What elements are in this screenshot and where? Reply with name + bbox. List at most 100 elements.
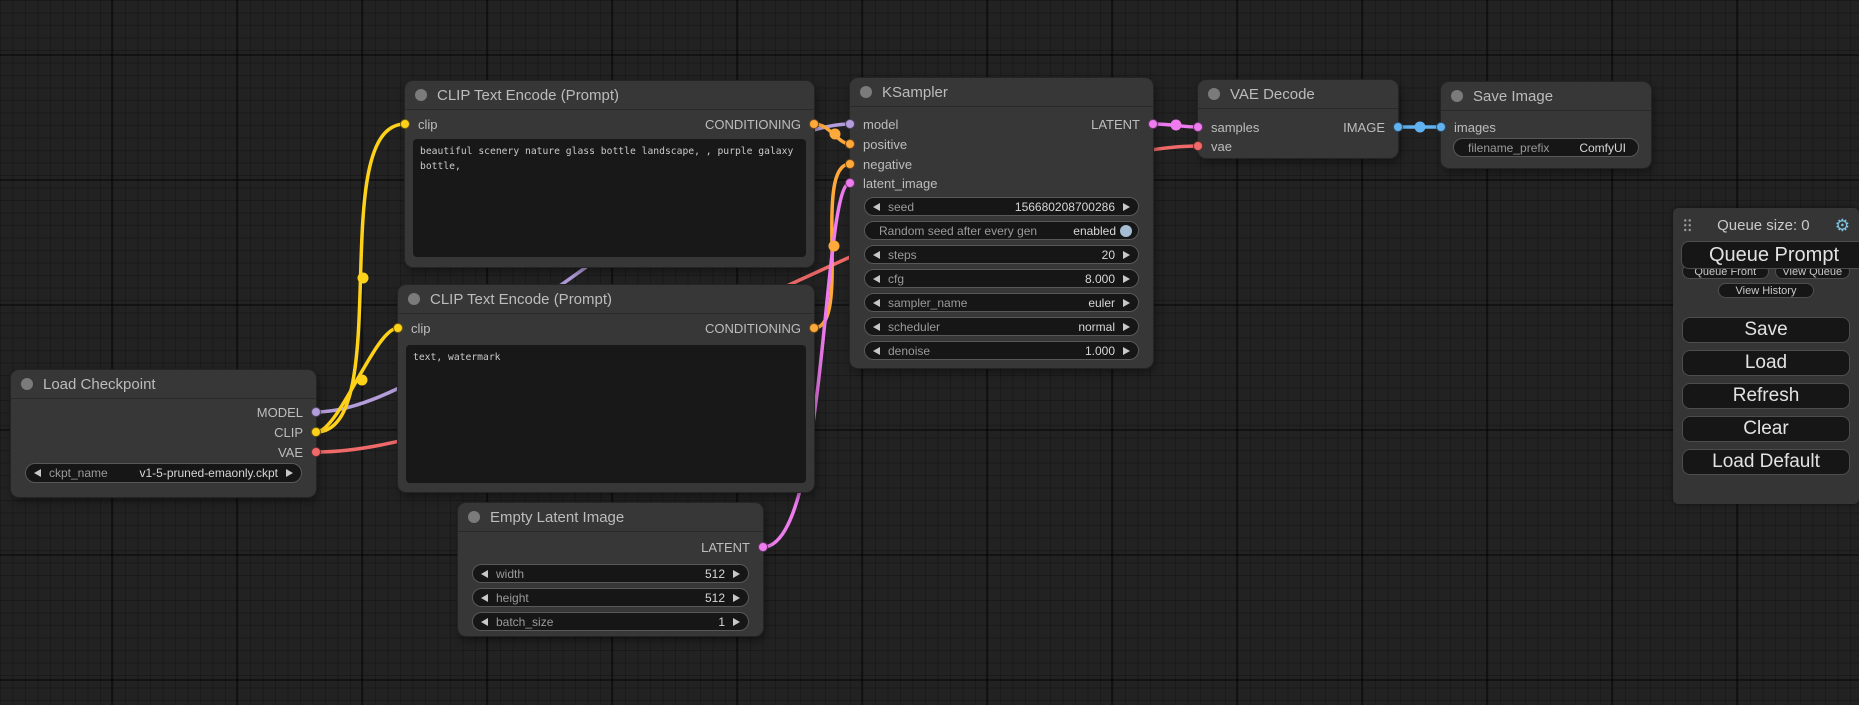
widget-cfg[interactable]: cfg 8.000 <box>864 269 1139 288</box>
port-dot-latent[interactable] <box>1148 119 1158 129</box>
node-save-image[interactable]: Save Image images filename_prefix ComfyU… <box>1441 82 1651 168</box>
widget-seed[interactable]: seed 156680208700286 <box>864 197 1139 216</box>
port-dot-model[interactable] <box>845 119 855 129</box>
increment-arrow-icon[interactable] <box>733 570 740 578</box>
port-dot-clip[interactable] <box>311 427 321 437</box>
node-title-bar[interactable]: KSampler <box>850 78 1153 107</box>
output-port-clip[interactable]: CLIP <box>274 424 321 440</box>
port-dot-conditioning[interactable] <box>809 119 819 129</box>
widget-filename-prefix[interactable]: filename_prefix ComfyUI <box>1453 138 1639 157</box>
output-port-conditioning[interactable]: CONDITIONING <box>705 320 819 336</box>
widget-scheduler[interactable]: scheduler normal <box>864 317 1139 336</box>
collapse-dot-icon[interactable] <box>415 89 427 101</box>
node-title-bar[interactable]: VAE Decode <box>1198 80 1398 109</box>
collapse-dot-icon[interactable] <box>468 511 480 523</box>
output-port-vae[interactable]: VAE <box>278 444 321 460</box>
input-port-model[interactable]: model <box>845 116 898 132</box>
input-port-images[interactable]: images <box>1436 119 1496 135</box>
drag-handle-icon[interactable] <box>1683 218 1692 232</box>
input-port-clip[interactable]: clip <box>400 116 438 132</box>
widget-height[interactable]: height 512 <box>472 588 749 607</box>
queue-prompt-button[interactable]: Queue Prompt <box>1681 241 1859 269</box>
output-port-conditioning[interactable]: CONDITIONING <box>705 116 819 132</box>
port-dot-image[interactable] <box>1436 122 1446 132</box>
port-dot-latent[interactable] <box>845 178 855 188</box>
output-port-model[interactable]: MODEL <box>257 404 321 420</box>
node-empty-latent-image[interactable]: Empty Latent Image LATENT width 512 heig… <box>458 503 763 636</box>
decrement-arrow-icon[interactable] <box>481 618 488 626</box>
view-history-button[interactable]: View History <box>1718 283 1814 298</box>
increment-arrow-icon[interactable] <box>733 594 740 602</box>
settings-gear-icon[interactable]: ⚙ <box>1835 217 1850 234</box>
increment-arrow-icon[interactable] <box>1123 251 1130 259</box>
increment-arrow-icon[interactable] <box>1123 323 1130 331</box>
input-port-positive[interactable]: positive <box>845 136 907 152</box>
increment-arrow-icon[interactable] <box>1123 203 1130 211</box>
node-clip-text-encode-positive[interactable]: CLIP Text Encode (Prompt) clip CONDITION… <box>405 81 814 267</box>
increment-arrow-icon[interactable] <box>1123 299 1130 307</box>
input-port-negative[interactable]: negative <box>845 156 912 172</box>
node-title-bar[interactable]: Load Checkpoint <box>11 370 316 399</box>
refresh-button[interactable]: Refresh <box>1682 383 1850 409</box>
port-dot-clip[interactable] <box>400 119 410 129</box>
port-dot-conditioning[interactable] <box>845 159 855 169</box>
port-dot-vae[interactable] <box>1193 141 1203 151</box>
positive-prompt-textarea[interactable]: beautiful scenery nature glass bottle la… <box>413 139 806 257</box>
widget-width[interactable]: width 512 <box>472 564 749 583</box>
node-graph-canvas[interactable]: { "colors": { "model": "#b39ddb", "clip"… <box>0 0 1859 705</box>
port-dot-vae[interactable] <box>311 447 321 457</box>
clear-button[interactable]: Clear <box>1682 416 1850 442</box>
input-port-clip[interactable]: clip <box>393 320 431 336</box>
negative-prompt-textarea[interactable]: text, watermark <box>406 345 806 483</box>
widget-random-seed[interactable]: Random seed after every gen enabled <box>864 221 1139 240</box>
port-dot-image[interactable] <box>1393 122 1403 132</box>
output-port-latent[interactable]: LATENT <box>701 539 768 555</box>
port-dot-conditioning[interactable] <box>845 139 855 149</box>
port-dot-model[interactable] <box>311 407 321 417</box>
input-port-samples[interactable]: samples <box>1193 119 1259 135</box>
widget-sampler-name[interactable]: sampler_name euler <box>864 293 1139 312</box>
output-port-latent[interactable]: LATENT <box>1091 116 1158 132</box>
node-title-bar[interactable]: Save Image <box>1441 82 1651 111</box>
decrement-arrow-icon[interactable] <box>873 275 880 283</box>
input-port-latent-image[interactable]: latent_image <box>845 175 937 191</box>
decrement-arrow-icon[interactable] <box>873 347 880 355</box>
random-seed-toggle[interactable] <box>1120 225 1132 237</box>
load-default-button[interactable]: Load Default <box>1682 449 1850 475</box>
load-button[interactable]: Load <box>1682 350 1850 376</box>
widget-batch-size[interactable]: batch_size 1 <box>472 612 749 631</box>
collapse-dot-icon[interactable] <box>860 86 872 98</box>
decrement-arrow-icon[interactable] <box>34 469 41 477</box>
collapse-dot-icon[interactable] <box>1208 88 1220 100</box>
input-port-vae[interactable]: vae <box>1193 138 1232 154</box>
widget-ckpt-name[interactable]: ckpt_name v1-5-pruned-emaonly.ckpt <box>25 463 302 483</box>
node-load-checkpoint[interactable]: Load Checkpoint MODEL CLIP VAE ckpt_name… <box>11 370 316 497</box>
collapse-dot-icon[interactable] <box>21 378 33 390</box>
collapse-dot-icon[interactable] <box>1451 90 1463 102</box>
output-port-image[interactable]: IMAGE <box>1343 119 1403 135</box>
decrement-arrow-icon[interactable] <box>873 299 880 307</box>
node-clip-text-encode-negative[interactable]: CLIP Text Encode (Prompt) clip CONDITION… <box>398 285 814 492</box>
node-ksampler[interactable]: KSampler model positive negative latent_… <box>850 78 1153 368</box>
port-dot-conditioning[interactable] <box>809 323 819 333</box>
widget-denoise[interactable]: denoise 1.000 <box>864 341 1139 360</box>
port-dot-latent[interactable] <box>758 542 768 552</box>
save-button[interactable]: Save <box>1682 317 1850 343</box>
increment-arrow-icon[interactable] <box>286 469 293 477</box>
node-title-bar[interactable]: CLIP Text Encode (Prompt) <box>405 81 814 110</box>
decrement-arrow-icon[interactable] <box>481 570 488 578</box>
decrement-arrow-icon[interactable] <box>873 323 880 331</box>
node-vae-decode[interactable]: VAE Decode samples vae IMAGE <box>1198 80 1398 158</box>
port-dot-latent[interactable] <box>1193 122 1203 132</box>
decrement-arrow-icon[interactable] <box>481 594 488 602</box>
port-dot-clip[interactable] <box>393 323 403 333</box>
increment-arrow-icon[interactable] <box>733 618 740 626</box>
node-title-bar[interactable]: Empty Latent Image <box>458 503 763 532</box>
node-title-bar[interactable]: CLIP Text Encode (Prompt) <box>398 285 814 314</box>
decrement-arrow-icon[interactable] <box>873 203 880 211</box>
increment-arrow-icon[interactable] <box>1123 347 1130 355</box>
widget-steps[interactable]: steps 20 <box>864 245 1139 264</box>
decrement-arrow-icon[interactable] <box>873 251 880 259</box>
increment-arrow-icon[interactable] <box>1123 275 1130 283</box>
collapse-dot-icon[interactable] <box>408 293 420 305</box>
